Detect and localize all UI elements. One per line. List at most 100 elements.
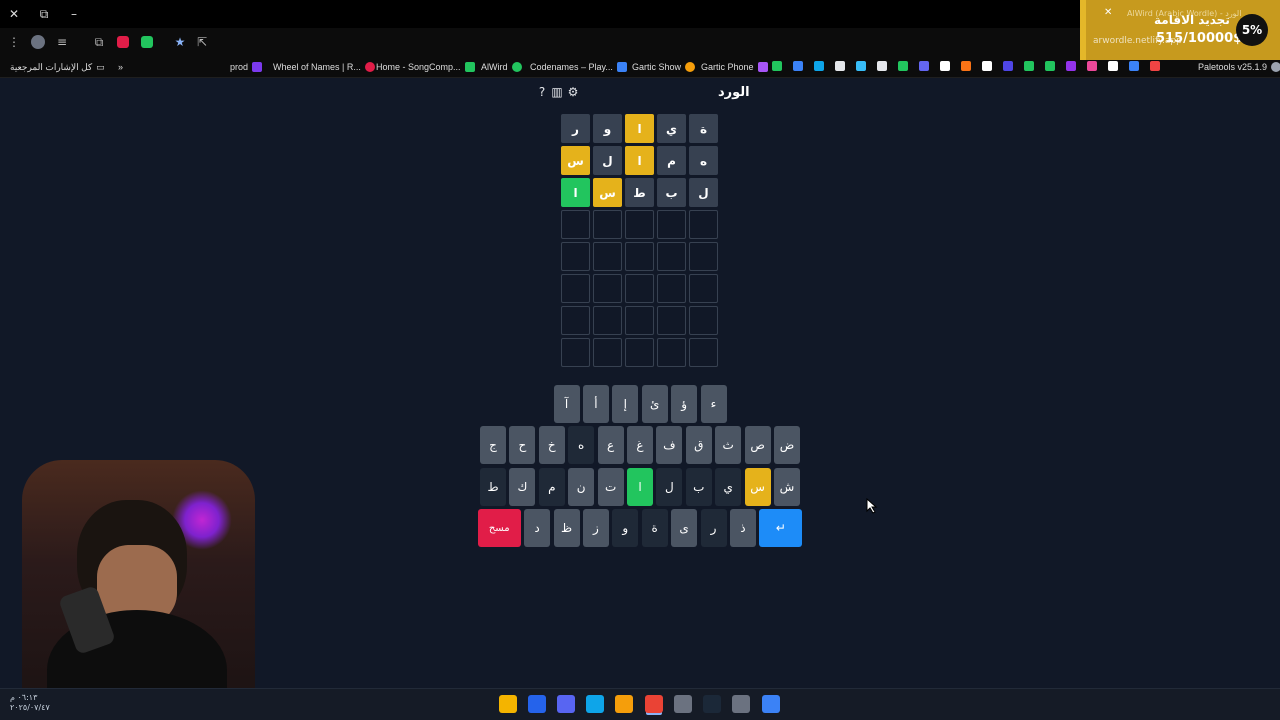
keyboard-key[interactable]: ق bbox=[685, 426, 712, 464]
keyboard-key[interactable]: س bbox=[744, 468, 771, 506]
keyboard-key[interactable]: ء bbox=[700, 385, 727, 423]
bookmark-favicon-icon[interactable] bbox=[772, 61, 782, 71]
bookmark-favicon-icon[interactable] bbox=[814, 61, 824, 71]
keyboard-key[interactable]: ش bbox=[774, 468, 800, 506]
keyboard-key[interactable]: إ bbox=[612, 385, 639, 423]
board-tile bbox=[561, 306, 590, 335]
bookmark-favicon-icon[interactable] bbox=[1087, 61, 1097, 71]
bookmark-gartic-show[interactable]: Gartic Show bbox=[632, 60, 696, 74]
start-icon[interactable] bbox=[762, 695, 780, 713]
close-window-icon[interactable]: ✕ bbox=[4, 4, 24, 24]
bookmark-favicon-icon[interactable] bbox=[835, 61, 845, 71]
notification-amount: 515/10000$ bbox=[1156, 31, 1243, 46]
keyboard-key[interactable]: ظ bbox=[553, 509, 580, 547]
discord-icon[interactable] bbox=[557, 695, 575, 713]
bookmark-favicon-icon[interactable] bbox=[982, 61, 992, 71]
board-tile: ا bbox=[625, 146, 654, 175]
board-tile bbox=[625, 210, 654, 239]
keyboard-key[interactable]: ى bbox=[671, 509, 698, 547]
chrome-icon[interactable] bbox=[645, 695, 663, 713]
bookmark-favicon-icon[interactable] bbox=[793, 61, 803, 71]
keyboard-key[interactable]: ط bbox=[480, 468, 506, 506]
keyboard-key[interactable]: ث bbox=[715, 426, 742, 464]
keyboard-key[interactable]: آ bbox=[553, 385, 580, 423]
steam-icon[interactable] bbox=[703, 695, 721, 713]
settings-icon[interactable] bbox=[732, 695, 750, 713]
bookmark-paletools[interactable]: Paletools v25.1.9 bbox=[1198, 60, 1280, 74]
bookmark-favicon-icon[interactable] bbox=[1108, 61, 1118, 71]
keyboard-key[interactable]: ذ bbox=[729, 509, 756, 547]
keyboard-key[interactable]: ئ bbox=[641, 385, 668, 423]
delete-key[interactable]: مسح bbox=[477, 509, 521, 547]
keyboard-key[interactable]: ت bbox=[597, 468, 624, 506]
rockstar-icon[interactable] bbox=[499, 695, 517, 713]
bookmark-songcomp[interactable]: Home - SongComp... bbox=[376, 60, 475, 74]
keyboard-key[interactable]: د bbox=[524, 509, 551, 547]
extensions-icon[interactable]: ⧉ bbox=[90, 33, 108, 51]
keyboard-key[interactable]: ح bbox=[509, 426, 536, 464]
bookmark-favicon-icon[interactable] bbox=[1066, 61, 1076, 71]
keyboard-key[interactable]: ا bbox=[627, 468, 653, 506]
menu-dots-icon[interactable]: ⋮ bbox=[5, 33, 23, 51]
keyboard-key[interactable]: ن bbox=[568, 468, 595, 506]
close-notification-icon[interactable]: ✕ bbox=[1104, 7, 1112, 18]
keyboard-key[interactable]: و bbox=[612, 509, 639, 547]
edge-icon[interactable] bbox=[586, 695, 604, 713]
keyboard-key[interactable]: م bbox=[538, 468, 565, 506]
bookmark-gartic-phone[interactable]: Gartic Phone bbox=[701, 60, 768, 74]
keyboard-key[interactable]: ة bbox=[641, 509, 668, 547]
stats-icon[interactable]: ▥ bbox=[550, 85, 564, 99]
bookmark-label: Wheel of Names | R... bbox=[273, 62, 361, 72]
profile-avatar-icon[interactable] bbox=[31, 35, 45, 49]
keyboard-key[interactable]: ؤ bbox=[671, 385, 698, 423]
bookmark-favicon-icon[interactable] bbox=[1129, 61, 1139, 71]
obs-icon[interactable] bbox=[674, 695, 692, 713]
bookmark-favicon-icon[interactable] bbox=[1150, 61, 1160, 71]
enter-key[interactable]: ↵ bbox=[759, 509, 803, 547]
keyboard-key[interactable]: ك bbox=[509, 468, 536, 506]
help-icon[interactable]: ? bbox=[535, 85, 549, 99]
bookmark-favicon-icon[interactable] bbox=[856, 61, 866, 71]
keyboard-key[interactable]: ز bbox=[582, 509, 609, 547]
bookmark-codenames[interactable]: Codenames – Play... bbox=[530, 60, 627, 74]
keyboard-key[interactable]: أ bbox=[582, 385, 609, 423]
ublock-icon[interactable] bbox=[117, 36, 129, 48]
keyboard-key[interactable]: ل bbox=[656, 468, 683, 506]
more-bookmarks-chevron-icon[interactable]: » bbox=[118, 60, 123, 74]
restore-window-icon[interactable]: ⧉ bbox=[34, 4, 54, 24]
board-tile bbox=[689, 338, 718, 367]
minimize-window-icon[interactable]: – bbox=[64, 4, 84, 24]
share-icon[interactable]: ⇱ bbox=[193, 33, 211, 51]
bookmark-favicon-icon[interactable] bbox=[1024, 61, 1034, 71]
keyboard-key[interactable]: ص bbox=[744, 426, 771, 464]
bookmark-favicon-icon[interactable] bbox=[961, 61, 971, 71]
keyboard-key[interactable]: ب bbox=[685, 468, 712, 506]
bookmark-favicon-icon[interactable] bbox=[898, 61, 908, 71]
settings-icon[interactable]: ⚙ bbox=[566, 85, 580, 99]
bookmark-favicon-icon[interactable] bbox=[1045, 61, 1055, 71]
shield-icon[interactable] bbox=[141, 36, 153, 48]
bookmark-prod[interactable]: prod bbox=[230, 60, 263, 74]
keyboard-key[interactable]: ع bbox=[597, 426, 624, 464]
bookmark-favicon-icon[interactable] bbox=[1003, 61, 1013, 71]
all-bookmarks-folder[interactable]: كل الإشارات المرجعية ▭ bbox=[10, 60, 105, 74]
keyboard-key[interactable]: ض bbox=[774, 426, 800, 464]
bookmark-favicon-icon[interactable] bbox=[940, 61, 950, 71]
bookmark-alwird[interactable]: AlWird bbox=[481, 60, 522, 74]
bookmark-wheel-of-names[interactable]: Wheel of Names | R... bbox=[273, 60, 375, 74]
folder-icon: ▭ bbox=[96, 61, 105, 72]
bookmark-favicon-icon[interactable] bbox=[919, 61, 929, 71]
keyboard-key[interactable]: ر bbox=[700, 509, 727, 547]
bookmark-star-icon[interactable]: ★ bbox=[171, 33, 189, 51]
bookmark-favicon-icon[interactable] bbox=[877, 61, 887, 71]
keyboard-key[interactable]: ج bbox=[480, 426, 506, 464]
keyboard-key[interactable]: غ bbox=[627, 426, 653, 464]
keyboard-key[interactable]: ه bbox=[568, 426, 595, 464]
keyboard-key[interactable]: خ bbox=[538, 426, 565, 464]
media-icon[interactable]: ≡ bbox=[53, 33, 71, 51]
keyboard-key[interactable]: ي bbox=[715, 468, 742, 506]
edge-dev-icon[interactable] bbox=[528, 695, 546, 713]
board-tile bbox=[593, 242, 622, 271]
file-explorer-icon[interactable] bbox=[615, 695, 633, 713]
keyboard-key[interactable]: ف bbox=[656, 426, 683, 464]
